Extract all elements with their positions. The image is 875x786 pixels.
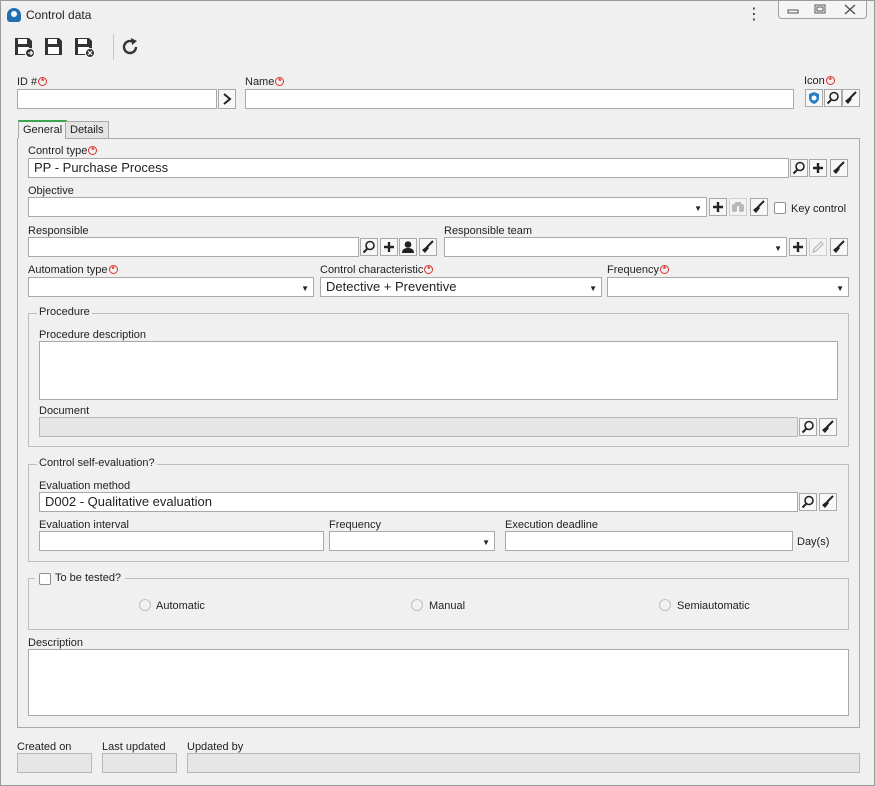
refresh-icon[interactable] [117,34,143,60]
clear-icon[interactable] [750,198,768,216]
add-icon[interactable] [789,238,807,256]
execution-deadline-input[interactable] [505,531,793,551]
search-icon[interactable] [790,159,808,177]
to-be-tested-checkbox[interactable] [39,573,51,585]
edit-icon[interactable] [809,238,827,256]
id-input[interactable] [17,89,217,109]
add-icon[interactable] [380,238,398,256]
last-updated-label: Last updated [102,741,166,753]
required-icon: * [108,265,118,274]
manual-radio[interactable] [411,599,423,611]
maximize-icon[interactable] [807,2,833,17]
semiautomatic-label: Semiautomatic [677,600,750,612]
id-label: ID # * [17,76,48,88]
evaluation-frequency-select[interactable] [329,531,495,551]
updated-by-field [187,753,860,773]
clear-icon[interactable] [842,89,860,107]
evaluation-interval-label: Evaluation interval [39,519,129,531]
tab-general[interactable]: General [18,120,68,139]
document-label: Document [39,405,90,417]
required-icon: * [275,77,285,86]
document-input[interactable] [39,417,798,437]
required-icon: * [424,265,434,274]
clear-icon[interactable] [819,418,837,436]
frequency-select[interactable] [607,277,849,297]
last-updated-field [102,753,177,773]
to-be-tested-label: To be tested? [55,572,122,584]
minimize-icon[interactable] [780,2,806,17]
evaluation-method-input[interactable]: D002 - Qualitative evaluation [39,492,798,512]
created-on-field [17,753,92,773]
search-icon[interactable] [799,493,817,511]
window-controls [778,1,867,19]
self-evaluation-legend: Control self-evaluation? [37,457,157,469]
save-and-new-icon[interactable] [11,34,37,60]
toolbar [1,29,874,65]
required-icon: * [88,146,98,155]
search-icon[interactable] [799,418,817,436]
semiautomatic-radio[interactable] [659,599,671,611]
title-bar: Control data ⋮ [1,1,874,29]
control-icon-preview [805,89,823,107]
description-label: Description [28,637,84,649]
responsible-input[interactable] [28,237,359,257]
user-icon[interactable] [399,238,417,256]
automatic-label: Automatic [156,600,205,612]
control-characteristic-select[interactable]: Detective + Preventive [320,277,602,297]
window-title: Control data [26,8,92,22]
responsible-label: Responsible [28,225,89,237]
evaluation-method-label: Evaluation method [39,480,131,492]
name-input[interactable] [245,89,794,109]
search-icon[interactable] [824,89,842,107]
procedure-legend: Procedure [37,306,92,318]
manual-label: Manual [429,600,466,612]
automatic-radio[interactable] [139,599,151,611]
control-type-label: Control type * [28,145,98,157]
frequency-label: Frequency * [607,264,669,276]
evaluation-interval-input[interactable] [39,531,324,551]
add-icon[interactable] [809,159,827,177]
tab-details[interactable]: Details [65,121,109,139]
clear-icon[interactable] [830,159,848,177]
save-icon[interactable] [41,34,67,60]
procedure-description-label: Procedure description [39,329,147,341]
clear-icon[interactable] [819,493,837,511]
updated-by-label: Updated by [187,741,244,753]
required-icon: * [659,265,669,274]
automation-type-select[interactable] [28,277,314,297]
next-id-button[interactable] [218,89,236,109]
name-label: Name * [245,76,285,88]
automation-type-label: Automation type * [28,264,118,276]
created-on-label: Created on [17,741,72,753]
search-icon[interactable] [360,238,378,256]
control-type-input[interactable]: PP - Purchase Process [28,158,789,178]
control-characteristic-label: Control characteristic * [320,264,434,276]
required-icon: * [825,76,835,85]
more-options-icon[interactable]: ⋮ [746,6,762,24]
view-icon[interactable] [729,198,747,216]
responsible-team-label: Responsible team [444,225,533,237]
procedure-description-textarea[interactable] [39,341,838,400]
clear-icon[interactable] [830,238,848,256]
key-control-label: Key control [791,203,847,215]
deadline-unit-label: Day(s) [797,536,830,548]
evaluation-frequency-label: Frequency [329,519,381,531]
description-textarea[interactable] [28,649,849,716]
key-control-checkbox[interactable] [774,202,786,214]
responsible-team-select[interactable] [444,237,787,257]
toolbar-separator [113,34,114,60]
objective-label: Objective [28,185,74,197]
app-icon [7,8,21,22]
save-and-close-icon[interactable] [71,34,97,60]
objective-select[interactable] [28,197,707,217]
icon-label: Icon * [804,75,835,87]
control-data-window: Control data ⋮ ID # * Name * Icon * Gene… [0,0,875,786]
clear-icon[interactable] [419,238,437,256]
required-icon: * [38,77,48,86]
close-icon[interactable] [837,2,863,17]
execution-deadline-label: Execution deadline [505,519,598,531]
add-icon[interactable] [709,198,727,216]
